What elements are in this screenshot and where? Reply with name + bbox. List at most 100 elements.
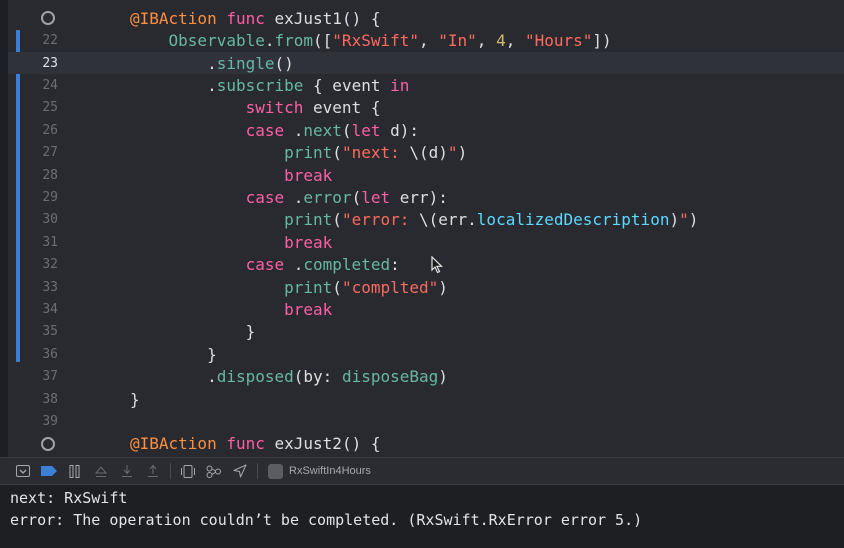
code-token: d): [380,120,419,140]
code-line[interactable]: 39 [8,410,844,432]
hide-debug-area-icon[interactable] [10,461,36,481]
code-token: print [284,143,333,163]
code-token: err. [438,210,477,230]
code-token: \( [409,143,429,163]
code-token: : [390,255,400,275]
code-line[interactable]: 29 case .error(let err): [8,186,844,208]
code-token: ) [438,367,448,387]
code-token: from [274,31,314,51]
code-line[interactable]: 33 print("complted") [8,276,844,298]
code-line[interactable]: 35 } [8,321,844,343]
line-number: 39 [42,414,58,430]
toolbar-divider [257,463,258,479]
code-editor[interactable]: @IBAction func exJust1() {22 Observable.… [0,0,844,457]
line-number: 35 [42,324,58,340]
code-text: print("error: \(err.localizedDescription… [130,210,698,229]
pause-icon[interactable] [62,461,88,481]
code-token: , [419,31,439,51]
code-line[interactable]: 37 .disposed(by: disposeBag) [8,366,844,388]
code-token: ( [341,120,352,140]
code-token: " [447,143,458,163]
code-token: ) [688,210,699,230]
code-text: .subscribe { event in [130,76,409,95]
code-text: @IBAction func exJust2() { [130,434,380,453]
toolbar-divider [170,463,171,479]
code-token: "RxSwift" [332,31,419,51]
code-token: let [361,188,391,208]
code-text: switch event { [130,98,381,118]
code-token: \( [419,210,439,230]
line-number: 29 [42,190,58,206]
process-target-selector[interactable]: RxSwiftIn4Hours [268,463,371,479]
code-token: let [351,120,381,140]
code-line[interactable]: 32 case .completed: [8,254,844,276]
target-label: RxSwiftIn4Hours [289,465,371,477]
view-hierarchy-icon[interactable] [175,461,201,481]
ibaction-connection-circle-icon[interactable] [8,436,58,451]
code-line[interactable]: 38} [8,388,844,410]
debug-toolbar: RxSwiftIn4Hours [0,457,844,485]
line-number: 36 [42,346,58,362]
line-number: 32 [42,257,58,273]
code-line[interactable]: 28 break [8,164,844,186]
code-line-current[interactable]: 23 .single() [8,52,844,75]
ibaction-connection-circle-icon[interactable] [8,11,58,26]
code-token: } [130,389,140,409]
code-token: completed [303,255,391,275]
code-text: case .next(let d): [130,121,419,140]
code-text: } [130,345,217,364]
line-number: 33 [42,279,58,295]
code-text: break [130,166,332,185]
code-token: , [476,31,497,51]
code-text: case .error(let err): [130,188,448,207]
code-line[interactable]: @IBAction func exJust1() { [8,7,844,29]
code-token: ) [438,277,448,297]
code-token: Observable [168,31,265,51]
breakpoints-toggle-icon[interactable] [36,461,62,481]
code-token: "next: [341,143,410,163]
code-token: error [303,188,352,208]
line-number: 31 [42,234,58,250]
code-line[interactable]: 22 Observable.from(["RxSwift", "In", 4, … [8,30,844,52]
code-token: switch [245,98,304,118]
code-token: print [284,277,333,297]
step-out-icon[interactable] [140,461,166,481]
code-token: ( [332,143,342,163]
mouse-pointer-icon [431,256,443,274]
code-token: @IBAction [130,8,217,28]
code-token: exJust2() { [264,434,381,454]
code-token: print [284,210,333,230]
code-token: case [245,120,285,140]
simulate-location-icon[interactable] [227,461,253,481]
code-line[interactable]: @IBAction func exJust2() { [8,433,844,455]
code-line[interactable]: 36 } [8,343,844,365]
code-token: , [505,31,525,51]
code-line[interactable]: 24 .subscribe { event in [8,74,844,96]
code-text: Observable.from(["RxSwift", "In", 4, "Ho… [130,31,612,50]
code-line[interactable]: 27 print("next: \(d)") [8,142,844,164]
debug-console[interactable]: next: RxSwift error: The operation could… [0,485,844,548]
code-token: break [284,300,333,320]
code-text: } [130,322,256,341]
code-line[interactable]: 26 case .next(let d): [8,119,844,141]
code-line[interactable]: 30 print("error: \(err.localizedDescript… [8,209,844,231]
code-token: ( [351,188,362,208]
step-into-icon[interactable] [114,461,140,481]
console-output-line: error: The operation couldn’t be complet… [10,511,643,529]
code-text: print("next: \(d)") [130,143,467,162]
code-token: next [303,120,342,140]
code-text: break [130,300,332,319]
code-line[interactable]: 34 break [8,298,844,320]
code-line[interactable]: 25 switch event { [8,97,844,119]
step-over-icon[interactable] [88,461,114,481]
memory-graph-icon[interactable] [201,461,227,481]
code-line[interactable]: 31 break [8,231,844,253]
code-token: case [245,188,285,208]
